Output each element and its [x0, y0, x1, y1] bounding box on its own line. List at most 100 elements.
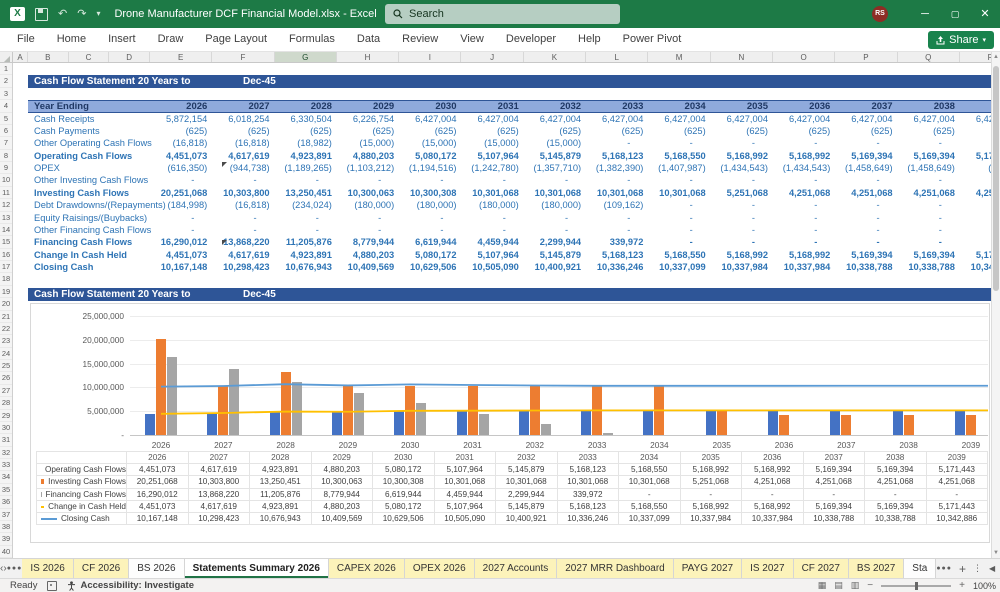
statement-cell[interactable]: 4,459,944: [462, 236, 524, 248]
bar-financing-cash-flows[interactable]: [603, 433, 614, 435]
bar-financing-cash-flows[interactable]: [478, 413, 489, 435]
vertical-scrollbar[interactable]: ▲ ▼: [991, 52, 1000, 558]
statement-cell[interactable]: 10,338,788: [898, 261, 960, 273]
search-box[interactable]: Search: [385, 4, 620, 24]
zoom-in-icon[interactable]: +: [959, 579, 965, 592]
row-header-34[interactable]: 34: [0, 471, 12, 484]
statement-cell[interactable]: 6,619,944: [399, 236, 461, 248]
statement-cell[interactable]: 10,337,099: [648, 261, 710, 273]
sheet-tab-payg-2027[interactable]: PAYG 2027: [673, 559, 743, 578]
statement-cell[interactable]: 5,169,394: [835, 150, 897, 162]
statement-cell[interactable]: -: [648, 236, 710, 248]
scroll-down-icon[interactable]: ▼: [992, 548, 1000, 558]
close-button[interactable]: ✕: [970, 0, 1000, 28]
new-sheet-icon[interactable]: +: [959, 562, 966, 576]
ribbon-tab-review[interactable]: Review: [391, 28, 449, 51]
row-header-24[interactable]: 24: [0, 348, 12, 360]
row-header-32[interactable]: 32: [0, 447, 12, 459]
bar-operating-cash-flows[interactable]: [892, 410, 903, 435]
statement-cell[interactable]: (625): [275, 125, 337, 137]
ribbon-tab-file[interactable]: File: [6, 28, 46, 51]
statement-cell[interactable]: 4,923,891: [275, 150, 337, 162]
statement-cell[interactable]: -: [462, 174, 524, 186]
statement-cell[interactable]: 4,617,619: [212, 150, 274, 162]
statement-cell[interactable]: -: [711, 174, 773, 186]
statement-cell[interactable]: 5,872,154: [150, 113, 212, 125]
statement-cell[interactable]: -: [337, 174, 399, 186]
row-header-5[interactable]: 5: [0, 113, 12, 125]
cash-flow-chart[interactable]: 25,000,000 20,000,000 15,000,000 10,000,000…: [30, 303, 990, 543]
statement-cell[interactable]: 5,168,992: [711, 249, 773, 261]
statement-cell[interactable]: -: [399, 174, 461, 186]
statement-row-debt-drawdowns-repayments[interactable]: Debt Drawdowns/(Repayments) (184,998) (16,…: [28, 199, 991, 211]
page-layout-view-icon[interactable]: ▤: [834, 579, 843, 592]
statement-cell[interactable]: (15,000): [462, 137, 524, 149]
statement-cell[interactable]: 5,107,964: [462, 249, 524, 261]
row-header-19[interactable]: 19: [0, 286, 12, 299]
row-header-7[interactable]: 7: [0, 137, 12, 150]
bar-investing-cash-flows[interactable]: [965, 414, 976, 435]
statement-cell[interactable]: -: [337, 224, 399, 236]
statement-cell[interactable]: 10,400,921: [524, 261, 586, 273]
sheet-tab-cf-2026[interactable]: CF 2026: [73, 559, 130, 578]
statement-cell[interactable]: 10,301,068: [462, 187, 524, 199]
statement-cell[interactable]: 5,168,550: [648, 249, 710, 261]
statement-cell[interactable]: 10,298,423: [212, 261, 274, 273]
statement-cell[interactable]: -: [275, 224, 337, 236]
statement-cell[interactable]: 10,342,886: [960, 261, 991, 273]
statement-cell[interactable]: -: [150, 212, 212, 224]
statement-cell[interactable]: (1,434,543): [711, 162, 773, 174]
statement-cell[interactable]: (625): [524, 125, 586, 137]
htab-scroll-left-icon[interactable]: ◀: [989, 564, 995, 573]
row-header-23[interactable]: 23: [0, 335, 12, 348]
column-header-F[interactable]: F: [212, 52, 275, 62]
row-header-28[interactable]: 28: [0, 397, 12, 410]
row-header-26[interactable]: 26: [0, 372, 12, 385]
statement-cell[interactable]: -: [462, 224, 524, 236]
bar-operating-cash-flows[interactable]: [581, 410, 592, 435]
bar-investing-cash-flows[interactable]: [529, 385, 540, 435]
bar-operating-cash-flows[interactable]: [207, 413, 218, 435]
column-header-M[interactable]: M: [648, 52, 711, 62]
column-header-K[interactable]: K: [524, 52, 587, 62]
statement-cell[interactable]: 10,338,788: [835, 261, 897, 273]
column-header-I[interactable]: I: [399, 52, 462, 62]
bar-operating-cash-flows[interactable]: [830, 410, 841, 435]
statement-cell[interactable]: -: [524, 224, 586, 236]
statement-cell[interactable]: -: [898, 212, 960, 224]
ribbon-tab-power-pivot[interactable]: Power Pivot: [612, 28, 693, 51]
statement-cell[interactable]: (625): [648, 125, 710, 137]
statement-cell[interactable]: -: [212, 174, 274, 186]
bar-operating-cash-flows[interactable]: [394, 410, 405, 435]
statement-cell[interactable]: -: [399, 212, 461, 224]
statement-cell[interactable]: 5,168,550: [648, 150, 710, 162]
statement-cell[interactable]: 6,427,004: [711, 113, 773, 125]
row-header-31[interactable]: 31: [0, 434, 12, 447]
statement-cell[interactable]: (625): [337, 125, 399, 137]
statement-cell[interactable]: -: [150, 224, 212, 236]
statement-cell[interactable]: -: [960, 236, 991, 248]
bar-operating-cash-flows[interactable]: [269, 411, 280, 435]
row-header-21[interactable]: 21: [0, 311, 12, 323]
statement-cell[interactable]: 2,299,944: [524, 236, 586, 248]
statement-cell[interactable]: 10,337,984: [711, 261, 773, 273]
bar-financing-cash-flows[interactable]: [353, 393, 364, 435]
statement-cell[interactable]: 6,427,004: [524, 113, 586, 125]
statement-cell[interactable]: 4,251,068: [960, 187, 991, 199]
statement-cell[interactable]: (1,242,780): [462, 162, 524, 174]
statement-cell[interactable]: 10,301,068: [524, 187, 586, 199]
statement-cell[interactable]: 5,169,394: [835, 249, 897, 261]
statement-cell[interactable]: 6,427,004: [648, 113, 710, 125]
bar-investing-cash-flows[interactable]: [654, 385, 665, 435]
statement-cell[interactable]: 6,427,004: [960, 113, 991, 125]
statement-cell[interactable]: (1,189,265): [275, 162, 337, 174]
sheet-tab-statements-summary-2026[interactable]: Statements Summary 2026: [184, 559, 329, 578]
statement-cell[interactable]: -: [898, 199, 960, 211]
statement-cell[interactable]: 10,303,800: [212, 187, 274, 199]
statement-cell[interactable]: -: [711, 137, 773, 149]
excel-app-icon[interactable]: X: [10, 7, 25, 21]
statement-cell[interactable]: (625): [773, 125, 835, 137]
statement-cell[interactable]: -: [835, 174, 897, 186]
statement-cell[interactable]: -: [212, 212, 274, 224]
column-header-O[interactable]: O: [773, 52, 836, 62]
